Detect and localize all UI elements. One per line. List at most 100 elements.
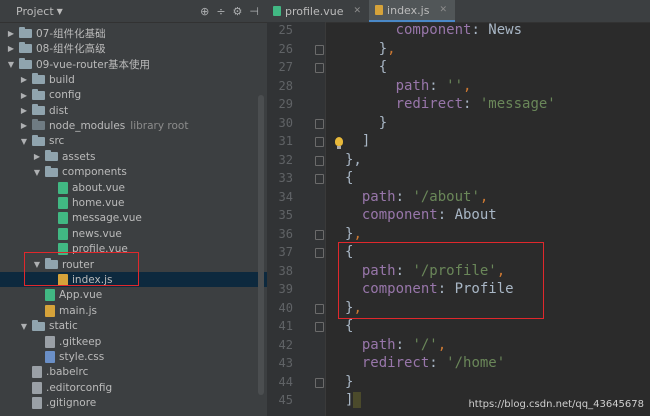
js-file-icon [375,5,384,15]
line-number: 29 [278,97,293,111]
gutter-separator [325,22,326,416]
fold-marker-icon[interactable] [315,118,324,129]
js-file-icon [45,304,55,317]
chevron-right-icon[interactable]: ▶ [19,75,29,84]
lightbulb-icon[interactable] [335,137,343,149]
code-line: }, [345,40,396,57]
tree-item[interactable]: ▶ assets [0,149,267,164]
tree-item[interactable]: .babelrc [0,365,267,380]
tree-item[interactable]: style.css [0,349,267,364]
editor-tabs: profile.vue ✕ index.js ✕ [267,0,650,23]
fold-marker-icon[interactable] [315,155,324,166]
fold-marker-icon[interactable] [315,44,324,55]
tree-item[interactable]: main.js [0,303,267,318]
tree-item[interactable]: ▶ 07-组件化基础 [0,26,264,41]
close-icon[interactable]: ✕ [354,6,362,16]
fold-marker-icon[interactable] [315,229,324,240]
chevron-right-icon[interactable]: ▶ [32,152,42,161]
tree-item[interactable]: ▼ static [0,319,267,334]
fold-marker-icon[interactable] [315,137,324,147]
fold-marker-icon[interactable] [315,377,324,388]
chevron-down-icon[interactable]: ▼ [32,168,42,177]
tree-item-label: news.vue [72,227,122,240]
folder-icon [19,42,32,54]
folder-icon [19,27,32,38]
chevron-right-icon[interactable]: ▶ [19,121,29,130]
gear-icon[interactable]: ⚙ [233,5,243,18]
tree-item[interactable]: ▼ src [0,134,267,149]
tree-item[interactable]: home.vue [0,195,267,210]
code-line: ] [345,133,371,149]
tree-item-label: 08-组件化高级 [36,43,106,56]
tree-item-label: main.js [59,304,97,317]
line-number: 30 [278,115,293,130]
line-number: 40 [278,300,293,315]
line-number: 32 [278,152,293,167]
line-number: 38 [278,263,293,278]
tree-scrollbar[interactable] [258,95,264,395]
tree-item[interactable]: about.vue [0,180,267,195]
vue-file-icon [58,212,68,225]
fold-marker-icon[interactable] [315,303,324,314]
tree-item-label: node_modules [49,119,126,132]
tree-item[interactable]: news.vue [0,226,267,241]
tab-profile-vue[interactable]: profile.vue ✕ [267,0,369,22]
tab-label: index.js [387,3,430,17]
tree-item[interactable]: .editorconfig [0,380,267,395]
code-line: { [345,318,354,334]
fold-marker-icon[interactable] [315,174,324,184]
text-caret [353,392,362,408]
tree-item-label: style.css [59,350,105,363]
line-number: 25 [278,23,293,37]
tree-item[interactable]: ▶ node_modules library root [0,118,267,133]
line-number: 41 [278,319,293,333]
tree-item-label: .babelrc [46,366,89,379]
gen-file-icon [45,335,55,348]
chevron-down-icon[interactable]: ▼ [19,137,29,146]
line-number: 44 [278,374,293,389]
line-number: 35 [278,208,293,222]
fold-marker-icon[interactable] [315,322,324,332]
tab-label: profile.vue [285,4,344,18]
tree-item-label: .gitignore [46,397,97,410]
tree-item[interactable]: App.vue [0,288,267,303]
tree-item[interactable]: ▶ config [0,88,267,103]
tree-item[interactable]: .gitkeep [0,334,267,349]
editor: profile.vue ✕ index.js ✕ 25 component: News… [267,0,650,416]
fold-marker-icon[interactable] [315,63,324,73]
code-line: path: '', [395,77,472,94]
tree-item-label: static [49,320,78,333]
line-number: 27 [278,60,293,74]
tree-item-label: assets [62,150,96,163]
code-line: } [345,114,388,131]
chevron-down-icon[interactable]: ▼ [57,7,63,16]
tree-item[interactable]: ▶ build [0,72,267,87]
tab-index-js[interactable]: index.js ✕ [369,0,455,22]
tree-item[interactable]: ▶ 08-组件化高级 [0,41,264,56]
chevron-right-icon[interactable]: ▶ [19,91,29,100]
split-icon[interactable]: ÷ [216,5,225,18]
code-line: component: News [395,22,523,38]
code-line: } [345,373,354,390]
tree-item-label: message.vue [72,212,142,225]
tree-item[interactable]: ▼ 09-vue-router基本使用 [0,57,264,72]
close-icon[interactable]: ✕ [439,5,447,15]
folder-icon [32,319,45,331]
fold-marker-icon[interactable] [315,248,324,258]
chevron-right-icon[interactable]: ▶ [6,44,16,53]
chevron-right-icon[interactable]: ▶ [19,106,29,115]
tree-item[interactable]: message.vue [0,211,267,226]
project-panel-title[interactable]: Project [16,5,54,18]
tree-item-label: src [49,135,65,148]
tree-item[interactable]: ▼ components [0,165,267,180]
tree-item[interactable]: ▶ dist [0,103,267,118]
hide-icon[interactable]: ⊣ [249,5,259,18]
chevron-right-icon[interactable]: ▶ [6,29,16,38]
tree-item[interactable]: .gitignore [0,396,267,411]
vue-file-icon [45,289,55,302]
code-line: }, [345,151,362,168]
tree-item-label: config [49,89,82,102]
chevron-down-icon[interactable]: ▼ [6,60,16,69]
globe-icon[interactable]: ⊕ [200,5,209,18]
chevron-down-icon[interactable]: ▼ [19,322,29,331]
